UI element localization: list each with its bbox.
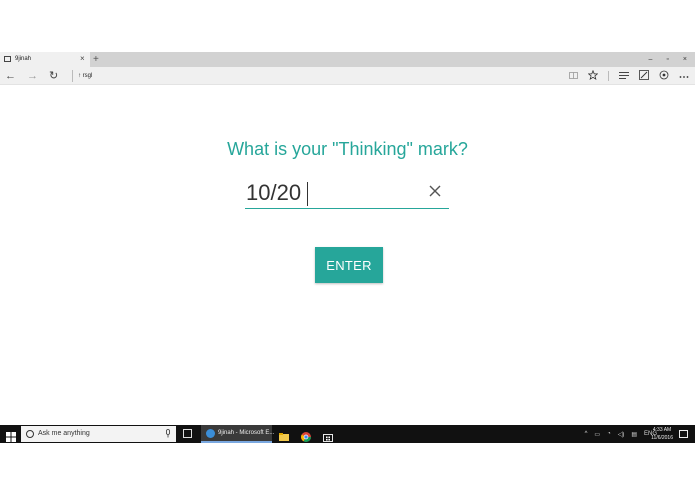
toolbar-icons bbox=[569, 67, 689, 85]
search-placeholder: Ask me anything bbox=[38, 430, 90, 437]
taskbar-edge-window[interactable]: 9jinah - Microsoft E... bbox=[201, 425, 275, 443]
clock-date: 11/6/2016 bbox=[651, 435, 673, 441]
edge-icon bbox=[206, 429, 215, 438]
notification-icon[interactable] bbox=[679, 430, 688, 438]
mark-input-wrapper bbox=[245, 178, 449, 209]
battery-icon[interactable]: ▭ bbox=[594, 431, 600, 438]
chrome-icon[interactable] bbox=[301, 429, 311, 442]
text-caret bbox=[307, 182, 308, 206]
address-bar[interactable]: ↑ rsgl bbox=[72, 70, 92, 82]
clock-time: 4:33 AM bbox=[652, 427, 672, 433]
network-icon[interactable]: ◔ bbox=[607, 431, 611, 437]
system-tray: ^ ▭ ◔ ◁) ▤ ENG bbox=[585, 425, 657, 443]
hub-icon[interactable] bbox=[619, 71, 629, 82]
cortana-search-box[interactable]: Ask me anything bbox=[21, 426, 176, 442]
mark-input[interactable] bbox=[246, 180, 421, 206]
restore-button[interactable]: ▫ bbox=[666, 56, 668, 63]
refresh-button[interactable]: ↻ bbox=[49, 68, 58, 84]
toolbar-divider bbox=[608, 71, 609, 81]
forward-button[interactable]: → bbox=[27, 68, 38, 84]
page-icon bbox=[4, 56, 11, 62]
minimize-button[interactable]: – bbox=[649, 56, 653, 63]
tab-title: 9jinah bbox=[15, 56, 32, 62]
edge-window-title: 9jinah - Microsoft E... bbox=[218, 430, 275, 436]
favorite-star-icon[interactable] bbox=[587, 69, 599, 82]
tab-close-button[interactable]: × bbox=[80, 53, 85, 65]
close-icon[interactable] bbox=[428, 184, 442, 198]
clock[interactable]: 4:33 AM 11/6/2016 bbox=[651, 426, 673, 442]
more-icon[interactable] bbox=[679, 71, 689, 81]
file-explorer-icon[interactable] bbox=[279, 429, 289, 441]
volume-icon[interactable]: ◁) bbox=[618, 431, 625, 438]
close-window-button[interactable]: × bbox=[683, 56, 687, 63]
share-icon[interactable] bbox=[659, 70, 669, 82]
keyboard-icon[interactable]: ▤ bbox=[631, 431, 637, 438]
chevron-up-icon[interactable]: ^ bbox=[585, 431, 588, 437]
web-note-icon[interactable] bbox=[639, 70, 649, 82]
new-tab-button[interactable]: + bbox=[93, 52, 99, 67]
navigation-bar: ← → ↻ ↑ rsgl bbox=[0, 67, 695, 85]
taskbar: Ask me anything 9jinah - Microsoft E... … bbox=[0, 425, 695, 443]
reading-view-icon[interactable] bbox=[569, 71, 578, 82]
back-button[interactable]: ← bbox=[5, 68, 16, 84]
microphone-icon[interactable] bbox=[165, 429, 171, 441]
screen: 9jinah × + – ▫ × ← → ↻ ↑ rsgl What is yo… bbox=[0, 0, 695, 494]
windows-start-icon[interactable] bbox=[6, 429, 16, 442]
window-controls: – ▫ × bbox=[649, 52, 687, 67]
question-heading: What is your "Thinking" mark? bbox=[227, 139, 468, 159]
enter-button[interactable]: ENTER bbox=[315, 247, 383, 283]
task-view-icon[interactable] bbox=[183, 429, 192, 438]
browser-tab[interactable]: 9jinah × bbox=[0, 52, 90, 67]
store-icon[interactable] bbox=[323, 429, 333, 442]
tab-bar: 9jinah × + – ▫ × bbox=[0, 52, 695, 67]
cortana-icon bbox=[26, 430, 34, 438]
